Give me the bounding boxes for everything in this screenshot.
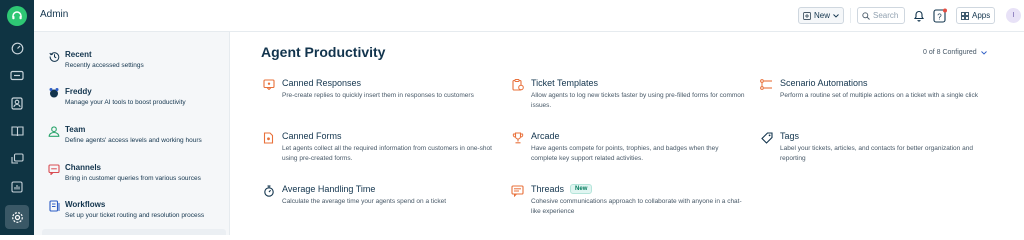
card-desc: Label your tickets, articles, and contac… <box>780 145 973 162</box>
apps-button[interactable]: Apps <box>956 7 996 24</box>
chevron-down-icon <box>980 50 987 55</box>
history-icon <box>48 50 60 62</box>
card-desc: Let agents collect all the required info… <box>282 145 492 162</box>
chevron-down-icon <box>833 13 839 18</box>
threads-icon <box>511 184 524 197</box>
card-title: Canned Forms <box>282 131 342 141</box>
new-button[interactable]: New <box>798 7 845 24</box>
apps-grid-icon <box>961 11 969 20</box>
card-title-text: Canned Responses <box>282 78 362 88</box>
divider <box>850 8 851 23</box>
knowledge-base-icon[interactable] <box>9 123 25 139</box>
card-title-text: Average Handling Time <box>282 184 376 194</box>
card-title-text: Canned Forms <box>282 131 342 141</box>
card-desc: Have agents compete for points, trophies… <box>531 145 719 162</box>
sidebar-item-desc: Set up your ticket routing and resolutio… <box>65 212 205 219</box>
new-badge: New <box>570 184 593 194</box>
plus-box-icon <box>803 11 811 20</box>
card-title: Ticket Templates <box>531 78 598 88</box>
card-title-text: Tags <box>780 131 800 141</box>
card-title-text: Ticket Templates <box>531 78 599 88</box>
sidebar-next-item <box>42 229 226 235</box>
help-widget-icon[interactable]: ? <box>933 8 947 23</box>
sidebar-item-desc: Bring in customer queries from various s… <box>65 175 201 182</box>
search-icon <box>862 11 870 20</box>
sidebar-item-desc: Define agents' access levels and working… <box>65 137 202 144</box>
section-title: Agent Productivity <box>261 44 386 60</box>
page-title: Admin <box>40 9 69 20</box>
card-title: Scenario Automations <box>780 78 868 88</box>
help-badge-text: ? <box>937 13 942 22</box>
channels-icon <box>48 163 60 175</box>
new-button-label: New <box>814 11 831 20</box>
configured-count: 0 of 8 Configured <box>923 49 977 56</box>
stopwatch-icon <box>262 184 275 197</box>
card-title-text: Scenario Automations <box>780 78 868 88</box>
tickets-icon[interactable] <box>9 67 25 83</box>
sidebar-item-title: Channels <box>65 163 102 172</box>
left-rail <box>0 0 34 235</box>
card-desc: Cohesive communications approach to coll… <box>531 198 742 215</box>
card-title-text: Arcade <box>531 131 560 141</box>
sidebar-item-title: Workflows <box>65 200 106 209</box>
search-box[interactable]: Search <box>857 7 905 24</box>
scenario-automations-icon <box>760 78 773 91</box>
canned-responses-icon <box>262 78 275 91</box>
ticket-templates-icon <box>511 78 524 91</box>
sidebar-item-title: Freddy <box>65 87 92 96</box>
card-desc: Perform a routine set of multiple action… <box>780 92 978 99</box>
notifications-bell-icon[interactable] <box>912 8 926 23</box>
avatar-initial: I <box>1012 12 1015 19</box>
card-title: Tags <box>780 131 799 141</box>
card-title: Threads New <box>531 184 593 194</box>
avatar[interactable]: I <box>1006 8 1021 23</box>
contacts-icon[interactable] <box>9 95 25 111</box>
sidebar-item-desc: Recently accessed settings <box>65 62 144 69</box>
sidebar-item-title: Team <box>65 125 86 134</box>
card-title-text: Threads <box>531 184 565 194</box>
card-desc: Calculate the average time your agents s… <box>282 198 447 205</box>
admin-settings-icon[interactable] <box>5 205 29 229</box>
forums-icon[interactable] <box>9 151 25 167</box>
card-title: Average Handling Time <box>282 184 375 194</box>
admin-sidebar: Recent Recently accessed settings Freddy… <box>34 32 230 235</box>
reports-icon[interactable] <box>9 179 25 195</box>
search-placeholder: Search <box>873 11 899 20</box>
freddy-ai-icon <box>48 87 60 99</box>
apps-button-label: Apps <box>972 11 991 20</box>
tag-icon <box>760 131 773 144</box>
top-bar: Admin New Search ? Apps I <box>34 0 1024 32</box>
workflows-icon <box>48 200 60 212</box>
team-icon <box>48 125 60 137</box>
sidebar-item-desc: Manage your AI tools to boost productivi… <box>65 99 186 106</box>
card-title: Arcade <box>531 131 560 141</box>
sidebar-item-title: Recent <box>65 50 92 59</box>
dashboard-icon[interactable] <box>9 40 25 56</box>
canned-forms-icon <box>262 131 275 144</box>
main-content: Agent Productivity 0 of 8 Configured Can… <box>231 32 1024 235</box>
card-desc: Pre-create replies to quickly insert the… <box>282 92 474 99</box>
card-title: Canned Responses <box>282 78 361 88</box>
card-desc: Allow agents to log new tickets faster b… <box>531 92 745 109</box>
trophy-icon <box>511 131 524 144</box>
configured-status[interactable]: 0 of 8 Configured <box>923 49 987 56</box>
freshdesk-logo-icon[interactable] <box>7 6 27 26</box>
